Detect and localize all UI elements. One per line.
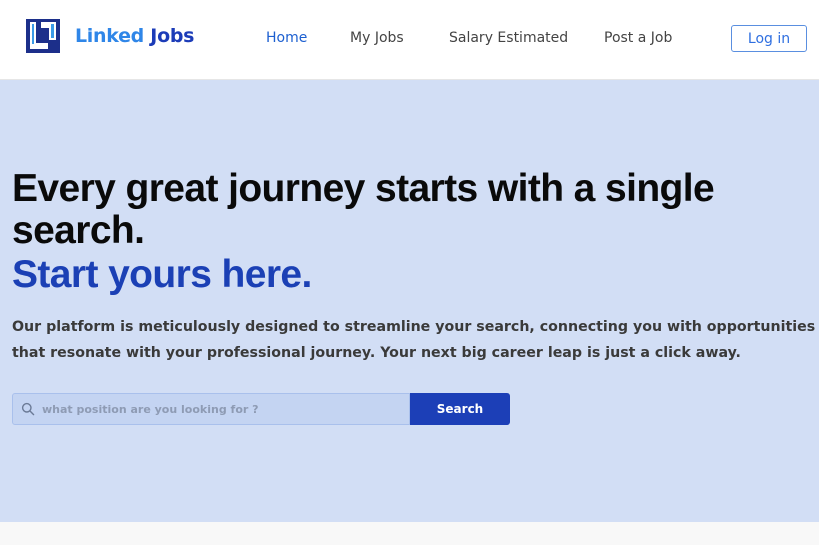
nav-post-a-job[interactable]: Post a Job bbox=[604, 30, 672, 47]
search-button[interactable]: Search bbox=[410, 393, 510, 425]
hero-headline: Every great journey starts with a single… bbox=[12, 167, 715, 252]
login-button[interactable]: Log in bbox=[731, 25, 807, 52]
search-icon bbox=[21, 402, 35, 416]
hero-subheadline: Start yours here. bbox=[12, 253, 312, 296]
nav-home[interactable]: Home bbox=[266, 30, 307, 47]
search-box bbox=[12, 393, 410, 425]
nav-my-jobs[interactable]: My Jobs bbox=[350, 30, 404, 47]
linked-jobs-logo-icon bbox=[26, 19, 60, 53]
top-navbar: Linked Jobs Home My Jobs Salary Estimate… bbox=[0, 0, 819, 80]
brand-name: Linked Jobs bbox=[75, 24, 195, 47]
hero-section: Every great journey starts with a single… bbox=[0, 80, 819, 522]
nav-salary-estimated[interactable]: Salary Estimated bbox=[449, 30, 568, 47]
brand-name-part2: Jobs bbox=[150, 24, 195, 47]
hero-description: Our platform is meticulously designed to… bbox=[12, 319, 816, 361]
brand-name-part1: Linked bbox=[75, 24, 144, 47]
brand-logo-link[interactable]: Linked Jobs bbox=[26, 19, 194, 53]
search-input[interactable] bbox=[42, 396, 402, 422]
